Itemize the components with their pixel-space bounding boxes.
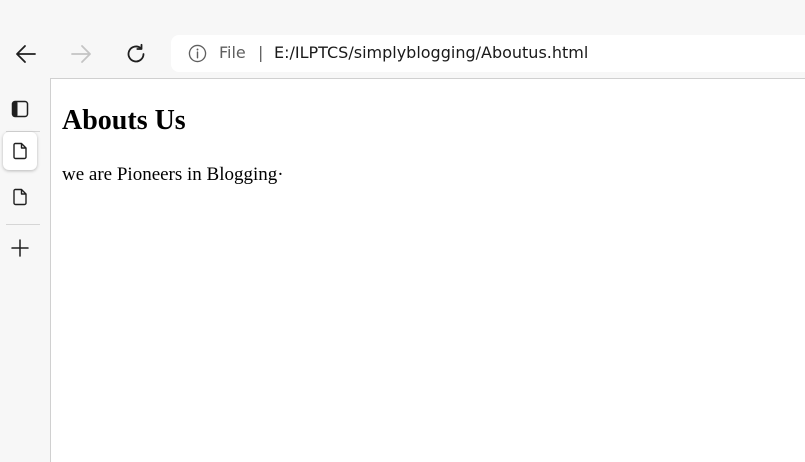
tab-actions-icon bbox=[11, 100, 29, 118]
forward-button[interactable] bbox=[65, 38, 97, 70]
vertical-tabs-sidebar bbox=[0, 78, 50, 462]
page-content: Abouts Us we are Pioneers in Blogging· bbox=[50, 78, 805, 462]
arrow-right-icon bbox=[71, 45, 91, 63]
reload-button[interactable] bbox=[120, 38, 152, 70]
info-icon[interactable] bbox=[188, 44, 207, 63]
arrow-left-icon bbox=[16, 45, 36, 63]
page-icon bbox=[13, 142, 27, 160]
plus-icon bbox=[11, 239, 29, 257]
sidebar-tab[interactable] bbox=[3, 178, 37, 216]
page-heading: Abouts Us bbox=[62, 105, 186, 136]
reload-icon bbox=[127, 43, 145, 63]
scheme-label: File bbox=[219, 43, 246, 62]
sidebar-tab-active[interactable] bbox=[3, 132, 37, 170]
address-bar[interactable]: File | E:/ILPTCS/simplyblogging/Aboutus.… bbox=[171, 35, 805, 72]
page-paragraph: we are Pioneers in Blogging· bbox=[62, 164, 284, 185]
address-separator: | bbox=[258, 43, 264, 62]
back-button[interactable] bbox=[10, 38, 42, 70]
sidebar-divider bbox=[6, 224, 40, 225]
url-text[interactable]: E:/ILPTCS/simplyblogging/Aboutus.html bbox=[274, 43, 588, 63]
browser-toolbar: File | E:/ILPTCS/simplyblogging/Aboutus.… bbox=[0, 0, 805, 78]
new-tab-button[interactable] bbox=[3, 229, 37, 267]
tab-actions-button[interactable] bbox=[3, 90, 37, 128]
page-icon bbox=[13, 188, 27, 206]
